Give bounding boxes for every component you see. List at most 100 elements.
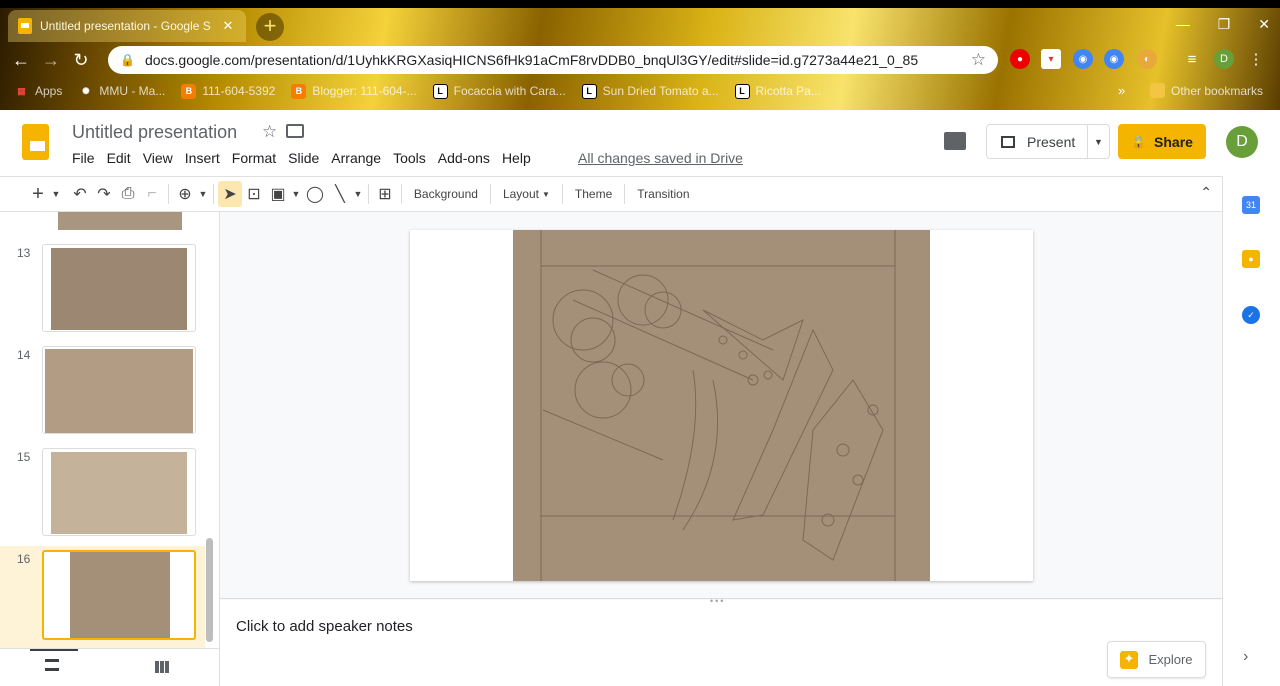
bookmarks-bar: ▦ Apps ✺ MMU - Ma... B 111-604-5392 B Bl…	[0, 78, 1280, 104]
present-dropdown-icon[interactable]: ▼	[1087, 125, 1109, 158]
back-icon[interactable]: ←	[6, 50, 36, 71]
search-extension-icon[interactable]: ◉	[1073, 49, 1093, 69]
pocket-extension-icon[interactable]: ▾	[1041, 49, 1061, 69]
bookmark-label: Ricotta Pa...	[755, 84, 821, 98]
toolbar-divider	[489, 184, 491, 204]
search-extension-2-icon[interactable]: ◉	[1104, 49, 1124, 69]
present-button[interactable]: Present ▼	[986, 124, 1110, 159]
new-tab-button[interactable]: +	[256, 13, 284, 41]
close-window-icon[interactable]: ✕	[1258, 16, 1270, 33]
menu-format[interactable]: Format	[226, 150, 282, 166]
media-control-icon[interactable]: ≡	[1182, 49, 1202, 69]
tab-close-icon[interactable]: ✕	[220, 18, 236, 34]
keep-icon[interactable]: ●	[1242, 250, 1260, 268]
thumbnail-image	[51, 248, 187, 330]
redo-icon[interactable]: ↷	[92, 181, 116, 207]
add-comment-icon[interactable]: ⊞	[373, 181, 397, 207]
filmstrip-view-icon[interactable]	[45, 659, 59, 671]
menu-view[interactable]: View	[137, 150, 179, 166]
star-icon[interactable]: ☆	[262, 122, 277, 142]
save-status[interactable]: All changes saved in Drive	[578, 150, 743, 166]
theme-button[interactable]: Theme	[567, 181, 620, 207]
menu-insert[interactable]: Insert	[179, 150, 226, 166]
menu-arrange[interactable]: Arrange	[325, 150, 387, 166]
zoom-dropdown-icon[interactable]: ▼	[197, 181, 209, 207]
layout-button[interactable]: Layout ▼	[495, 181, 558, 207]
print-icon[interactable]: ⎙	[116, 181, 140, 207]
more-bookmarks-icon[interactable]: »	[1118, 83, 1125, 98]
layout-dropdown-icon: ▼	[541, 189, 550, 199]
zoom-icon[interactable]: ⊕	[173, 181, 197, 207]
minimize-icon[interactable]: —	[1176, 16, 1190, 33]
menu-help[interactable]: Help	[496, 150, 537, 166]
bookmark-ricotta[interactable]: L Ricotta Pa...	[727, 83, 829, 99]
bookmark-star-icon[interactable]: ☆	[971, 50, 986, 70]
slide-page[interactable]	[410, 230, 1033, 581]
filmstrip-scrollbar[interactable]	[206, 538, 213, 642]
bookmark-focaccia[interactable]: L Focaccia with Cara...	[425, 83, 574, 99]
bookmark-mmu[interactable]: ✺ MMU - Ma...	[70, 84, 173, 99]
present-label: Present	[1027, 133, 1076, 150]
active-view-indicator	[30, 649, 78, 651]
line-dropdown-icon[interactable]: ▼	[352, 181, 364, 207]
text-box-icon[interactable]: ⊡	[242, 181, 266, 207]
other-bookmarks[interactable]: Other bookmarks	[1142, 83, 1271, 98]
move-to-folder-icon[interactable]	[286, 124, 304, 138]
color-extension-icon[interactable]: ◐	[1137, 49, 1157, 69]
adblock-extension-icon[interactable]: ●	[1010, 49, 1030, 69]
paint-format-icon[interactable]: ⌐	[140, 181, 164, 207]
slide-thumbnail	[42, 346, 196, 434]
select-cursor-icon[interactable]: ➤	[218, 181, 242, 207]
document-title[interactable]: Untitled presentation	[72, 122, 237, 143]
explore-button[interactable]: Explore	[1107, 641, 1206, 678]
speaker-notes[interactable]: Click to add speaker notes Explore	[220, 603, 1222, 686]
expand-panel-icon[interactable]: ›	[1243, 648, 1248, 666]
bookmark-apps[interactable]: ▦ Apps	[6, 84, 70, 99]
bookmark-label: Focaccia with Cara...	[453, 84, 566, 98]
toolbar-divider	[367, 184, 369, 204]
new-slide-icon[interactable]: +	[26, 181, 50, 207]
tasks-icon[interactable]: ✓	[1242, 306, 1260, 324]
menu-slide[interactable]: Slide	[282, 150, 325, 166]
bookmark-blogger-2[interactable]: B Blogger: 111-604-...	[283, 83, 424, 99]
menu-tools[interactable]: Tools	[387, 150, 432, 166]
image-icon[interactable]: ▣	[266, 181, 290, 207]
image-dropdown-icon[interactable]: ▼	[290, 181, 302, 207]
thumbnail-image	[45, 349, 193, 433]
slide-thumbnail-partial[interactable]	[58, 212, 182, 230]
restore-icon[interactable]: ❐	[1218, 16, 1231, 33]
browser-menu-icon[interactable]: ⋮	[1246, 49, 1266, 69]
profile-avatar[interactable]: D	[1214, 49, 1234, 69]
speaker-notes-placeholder[interactable]: Click to add speaker notes	[236, 618, 413, 635]
undo-icon[interactable]: ↶	[68, 181, 92, 207]
shape-icon[interactable]: ◯	[302, 181, 328, 207]
collapse-toolbar-icon[interactable]: ⌃	[1200, 184, 1212, 201]
comment-history-icon[interactable]	[944, 132, 966, 150]
tab-slides[interactable]: Untitled presentation - Google S ✕	[8, 10, 246, 42]
line-icon[interactable]: ╲	[328, 181, 352, 207]
bookmark-blogger-1[interactable]: B 111-604-5392	[173, 83, 283, 99]
title-bar	[0, 0, 1280, 8]
share-button[interactable]: 🔒 Share	[1118, 124, 1206, 159]
slide-thumbnail	[42, 244, 196, 332]
account-avatar[interactable]: D	[1226, 126, 1258, 158]
transition-button[interactable]: Transition	[629, 181, 697, 207]
menu-addons[interactable]: Add-ons	[432, 150, 496, 166]
new-slide-dropdown-icon[interactable]: ▼	[50, 181, 62, 207]
bookmark-sun-dried[interactable]: L Sun Dried Tomato a...	[574, 83, 727, 99]
menu-edit[interactable]: Edit	[101, 150, 137, 166]
calendar-icon[interactable]: 31	[1242, 196, 1260, 214]
menu-bar: File Edit View Insert Format Slide Arran…	[66, 150, 537, 166]
forward-icon[interactable]: →	[36, 50, 66, 71]
menu-file[interactable]: File	[66, 150, 101, 166]
grid-view-icon[interactable]	[155, 661, 169, 673]
slide-item-15[interactable]: 15	[0, 448, 205, 546]
address-bar[interactable]: 🔒 docs.google.com/presentation/d/1UyhkKR…	[108, 46, 998, 74]
slides-logo-icon[interactable]	[22, 124, 49, 160]
slide-item-14[interactable]: 14	[0, 346, 205, 444]
slide-item-16[interactable]: 16	[0, 546, 205, 648]
reload-icon[interactable]: ↻	[66, 50, 96, 71]
slide-image[interactable]	[513, 230, 930, 581]
background-button[interactable]: Background	[406, 181, 486, 207]
slide-item-13[interactable]: 13	[0, 244, 205, 342]
